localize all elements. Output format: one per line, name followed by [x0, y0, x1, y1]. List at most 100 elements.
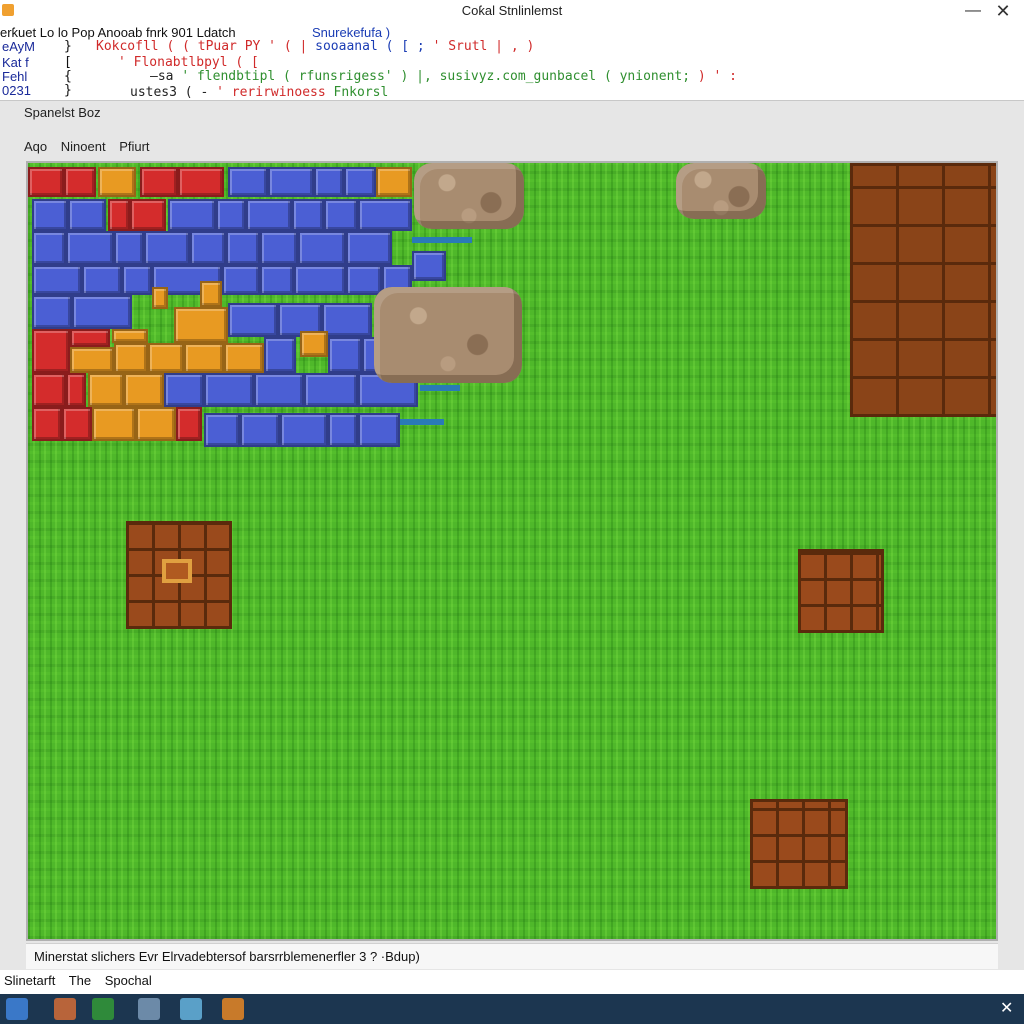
tile-red — [178, 167, 224, 197]
minimize-button[interactable]: — — [956, 0, 990, 22]
bottom-item[interactable]: Slinetarft — [4, 973, 55, 988]
tile-blue — [314, 167, 344, 197]
gutter-label: Fehl — [2, 69, 28, 84]
rock — [414, 163, 524, 229]
tile-blue — [328, 413, 358, 447]
tile-teal — [400, 419, 444, 425]
tile-orange — [200, 281, 222, 307]
tile-blue — [260, 265, 294, 295]
tile-blue — [344, 167, 376, 197]
code-token: ' flendbtipl ( rfunsrigess' ) |, susivyz… — [181, 69, 691, 84]
tile-red — [32, 373, 66, 407]
code-line-2: ' Flonabtlbpyl ( [ — [118, 55, 259, 70]
tile-blue — [240, 413, 280, 447]
code-line-1: Kokcofll ( ( tPuar PY ' ( | sooaanal ( [… — [96, 39, 534, 54]
tile-blue — [228, 167, 268, 197]
tile-red — [108, 199, 130, 231]
tile-blue — [412, 251, 446, 281]
menu-items[interactable]: erƙuet Lo lo Pop Anooab fnrk 901 Ldatch — [0, 25, 236, 40]
status-text: Minerstat slichers Evr Elrvadebtersof ba… — [34, 949, 420, 964]
bottom-labels: Slinetarft The Spochal — [4, 973, 162, 988]
rock — [676, 163, 766, 219]
tile-red — [64, 167, 96, 197]
tile-blue — [226, 231, 260, 265]
code-token: ' Flonabtlbpyl ( [ — [118, 55, 259, 70]
tile-blue — [260, 231, 298, 265]
tile-blue — [32, 199, 68, 231]
code-editor[interactable]: erƙuet Lo lo Pop Anooab fnrk 901 Ldatch … — [0, 22, 1024, 100]
code-brace: } — [64, 83, 72, 98]
tile-blue — [280, 413, 328, 447]
game-viewport[interactable] — [26, 161, 998, 941]
wooden-crate[interactable] — [798, 549, 884, 633]
panel-tabs: Aqo Ninoent Pfiurt — [24, 139, 160, 154]
start-icon[interactable] — [6, 998, 28, 1020]
editor-icon[interactable] — [222, 998, 244, 1020]
code-brace: } — [64, 39, 72, 54]
tile-blue — [32, 231, 66, 265]
tile-blue — [216, 199, 246, 231]
close-icon[interactable]: ✕ — [1000, 998, 1013, 1020]
taskbar: ✕ — [0, 994, 1024, 1024]
tile-blue — [32, 295, 72, 329]
tile-red — [32, 407, 62, 441]
tile-blue — [144, 231, 190, 265]
tile-blue — [328, 337, 362, 373]
code-token: ) ' : — [690, 69, 738, 84]
tile-blue — [346, 231, 392, 265]
terminal-icon[interactable] — [138, 998, 160, 1020]
tile-red — [62, 407, 92, 441]
tile-blue — [358, 413, 400, 447]
bottom-item[interactable]: The — [69, 973, 91, 988]
code-brace: { — [64, 69, 72, 84]
chest-lock-icon — [162, 559, 192, 583]
title-bar: Coƙal Stnlinlemst — ✕ — [0, 0, 1024, 22]
wooden-crate[interactable] — [750, 799, 848, 889]
panel-label: Spanelst Boz — [24, 105, 101, 120]
tile-orange — [114, 343, 148, 373]
tile-orange — [70, 347, 114, 373]
tile-red — [32, 329, 70, 373]
tab-pfiurt[interactable]: Pfiurt — [119, 139, 149, 154]
tile-blue — [72, 295, 132, 329]
tile-blue — [298, 231, 346, 265]
tile-blue — [32, 265, 82, 295]
tile-blue — [292, 199, 324, 231]
tile-orange — [152, 287, 168, 309]
rock — [374, 287, 522, 383]
tile-orange — [376, 167, 412, 197]
tile-blue — [68, 199, 106, 231]
tab-ninoent[interactable]: Ninoent — [61, 139, 106, 154]
code-token: Kokcofll ( ( tPuar PY ' ( | — [96, 39, 308, 54]
tile-red — [66, 373, 86, 407]
code-token: ' rerirwinoess — [216, 85, 326, 100]
window-title: Coƙal Stnlinlemst — [461, 3, 563, 18]
tile-blue — [346, 265, 382, 295]
tile-blue — [268, 167, 314, 197]
folder-icon[interactable] — [180, 998, 202, 1020]
game-icon[interactable] — [92, 998, 114, 1020]
close-button[interactable]: ✕ — [986, 0, 1020, 22]
tile-blue — [168, 199, 216, 231]
tile-orange — [88, 373, 124, 407]
file-explorer-icon[interactable] — [54, 998, 76, 1020]
tile-blue — [324, 199, 358, 231]
tab-aqo[interactable]: Aqo — [24, 139, 47, 154]
tile-orange — [112, 329, 148, 343]
tile-orange — [174, 307, 228, 343]
code-token: ustes3 ( - — [130, 85, 209, 100]
bottom-item[interactable]: Spochal — [105, 973, 152, 988]
tile-blue — [190, 231, 226, 265]
menu-source[interactable]: Snurekefufa ) — [312, 25, 390, 40]
tile-orange — [136, 407, 176, 441]
tile-blue — [246, 199, 292, 231]
code-token: Fnkorsl — [333, 85, 389, 100]
tile-blue — [264, 337, 296, 373]
gutter-label: Kat f — [2, 55, 29, 70]
tile-red — [140, 167, 178, 197]
wooden-chest[interactable] — [126, 521, 232, 629]
tile-blue — [322, 303, 372, 337]
tile-teal — [420, 385, 460, 391]
tile-orange — [300, 331, 328, 357]
tile-red — [176, 407, 202, 441]
